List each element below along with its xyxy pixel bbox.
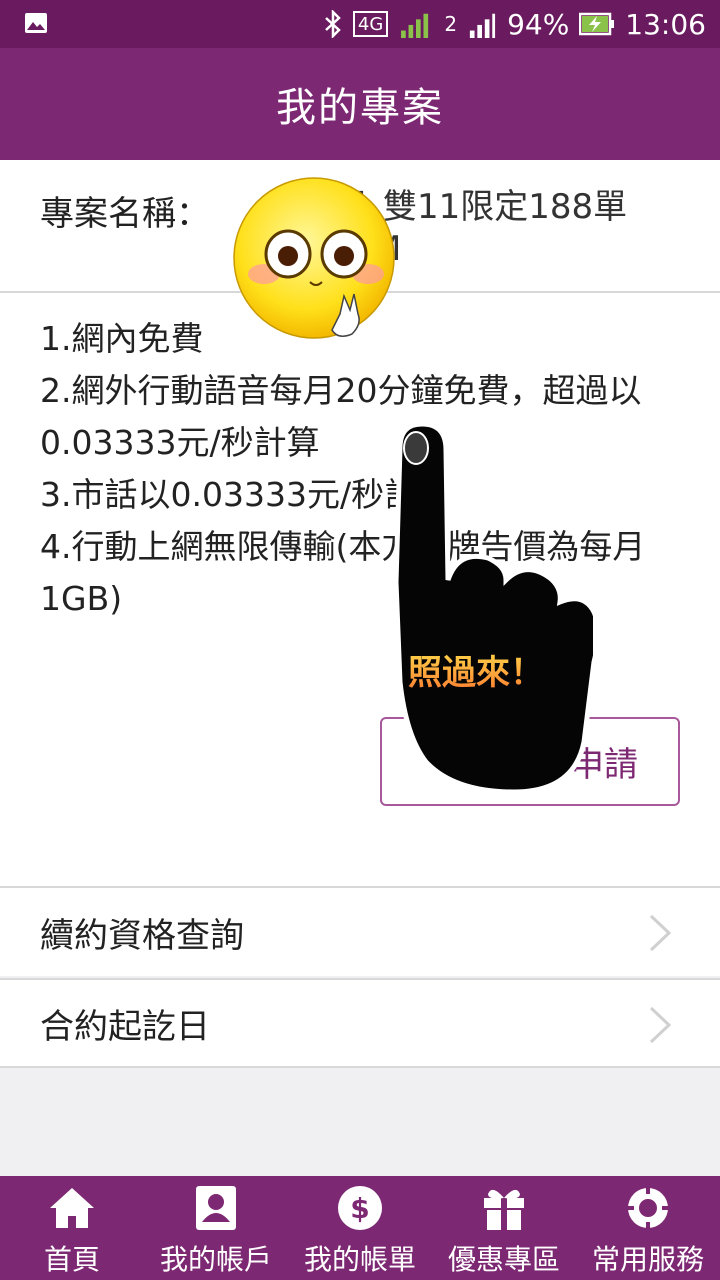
apply-button[interactable]: 申請 — [380, 717, 680, 806]
renewal-eligibility-label: 續約資格查詢 — [40, 915, 244, 956]
clock: 13:06 — [625, 7, 706, 41]
chevron-right-icon — [649, 1006, 672, 1044]
contract-dates-label: 合約起訖日 — [40, 1006, 210, 1047]
sticker-caption: 照過來！ — [408, 645, 544, 694]
image-icon — [25, 13, 47, 33]
services-icon — [624, 1184, 672, 1232]
bill-icon: $ — [338, 1186, 382, 1230]
bluetooth-icon — [325, 10, 341, 38]
battery-percent: 94% — [507, 7, 570, 41]
plan-name-line1: 門_雙11限定188單 — [332, 187, 628, 227]
tab-label: 我的帳戶 — [159, 1243, 272, 1276]
apply-button-label: 申請 — [570, 745, 638, 785]
feature-list: 1.網內免費 2.網外行動語音每月20分鐘免費，超過以0.03333元/秒計算 … — [40, 313, 680, 625]
feature-item: 1.網內免費 — [40, 319, 204, 358]
tab-label: 優惠專區 — [447, 1243, 560, 1276]
plan-name-line2: M — [372, 229, 402, 269]
tab-label: 首頁 — [43, 1243, 100, 1276]
chevron-right-icon — [649, 914, 672, 952]
gift-icon — [484, 1189, 524, 1230]
tab-common-services[interactable]: 常用服務 — [576, 1176, 720, 1280]
home-icon — [50, 1188, 94, 1228]
tab-label: 常用服務 — [591, 1243, 704, 1276]
svg-text:$: $ — [350, 1192, 369, 1225]
sim2-label: 2 — [444, 12, 458, 36]
tab-label: 我的帳單 — [303, 1243, 416, 1276]
page-title: 我的專案 — [276, 85, 444, 131]
account-icon — [196, 1186, 236, 1230]
plan-features-section: 1.網內免費 2.網外行動語音每月20分鐘免費，超過以0.03333元/秒計算 … — [0, 293, 720, 886]
contract-dates-row[interactable]: 合約起訖日 — [0, 978, 720, 1068]
renewal-eligibility-row[interactable]: 續約資格查詢 — [0, 886, 720, 976]
status-bar: 4G 2 94% 13:06 — [0, 0, 720, 48]
battery-charging-icon — [579, 12, 615, 36]
tab-home[interactable]: 首頁 — [0, 1176, 144, 1280]
feature-item: 2.網外行動語音每月20分鐘免費，超過以0.03333元/秒計算 — [40, 371, 642, 462]
plan-name-section: 專案名稱： 門_雙11限定188單 M — [0, 160, 720, 293]
plan-name-label: 專案名稱： — [40, 194, 210, 234]
tab-my-account[interactable]: 我的帳戶 — [144, 1176, 288, 1280]
signal2-icon — [469, 13, 496, 38]
feature-item: 3.市話以0.03333元/秒計算 — [40, 475, 451, 514]
plan-name-value: 門_雙11限定188單 M — [262, 186, 682, 270]
network-type: 4G — [352, 11, 389, 37]
feature-item: 4.行動上網無限傳輸(本方案牌告價為每月1GB) — [40, 527, 646, 618]
signal-icon — [401, 13, 429, 38]
bottom-tab-bar: 首頁 我的帳戶 $ 我的帳單 優惠專區 常用服務 — [0, 1176, 720, 1280]
app-bar: 我的專案 — [0, 48, 720, 160]
tab-my-bill[interactable]: $ 我的帳單 — [288, 1176, 432, 1280]
tab-promotions[interactable]: 優惠專區 — [432, 1176, 576, 1280]
